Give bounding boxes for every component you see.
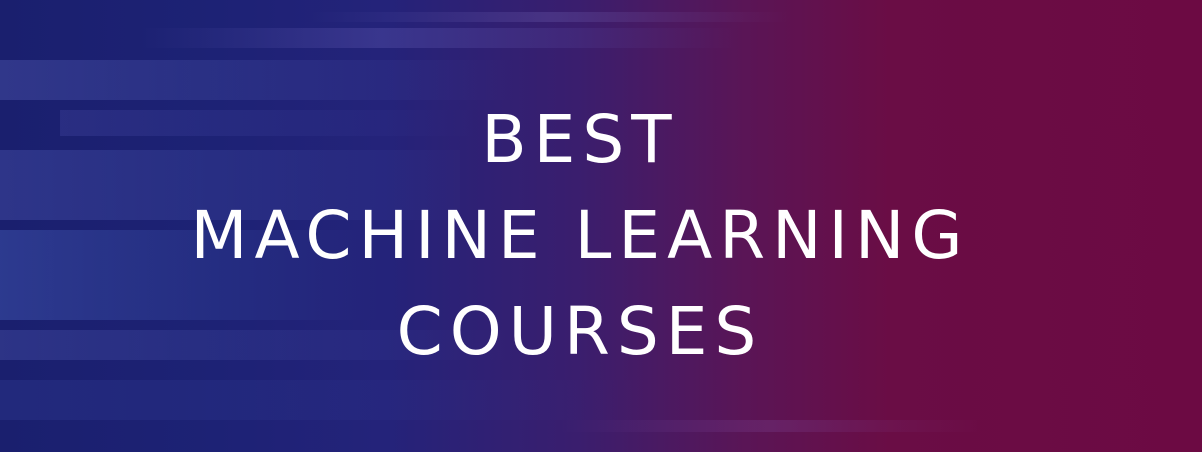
headline-line-1: BEST <box>481 101 679 178</box>
motion-streak <box>310 12 790 22</box>
headline-line-2: MACHINE LEARNING <box>190 197 970 274</box>
banner-headline: BEST MACHINE LEARNING COURSES <box>0 92 1160 380</box>
hero-banner: BEST MACHINE LEARNING COURSES <box>0 0 1202 452</box>
motion-streak <box>140 28 740 48</box>
motion-streak <box>0 380 640 420</box>
motion-streak <box>560 420 980 432</box>
headline-line-3: COURSES <box>396 293 764 370</box>
